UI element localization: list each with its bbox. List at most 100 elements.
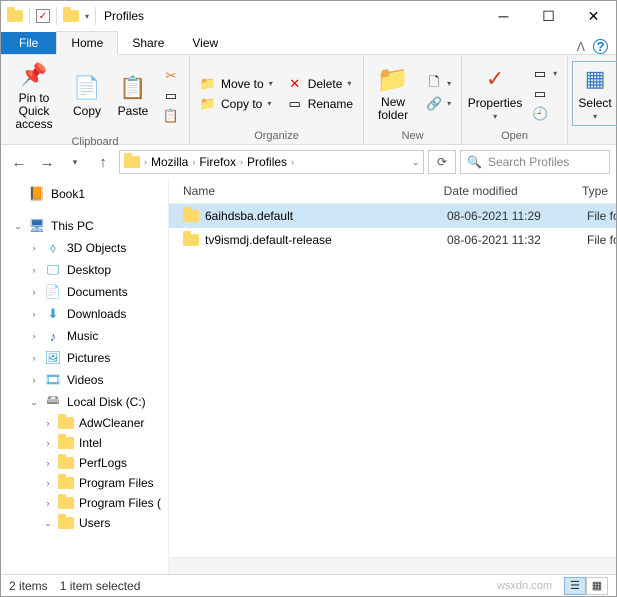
tab-view[interactable]: View [178, 32, 232, 54]
ribbon: 📌 Pin to Quick access 📄 Copy 📋 Paste ✂ ▭… [1, 55, 616, 145]
expand-icon[interactable]: › [29, 353, 39, 363]
up-button[interactable]: ↑ [91, 150, 115, 174]
sidebar-item-programfiles2[interactable]: ›Program Files ( [1, 493, 168, 513]
sidebar-item-videos[interactable]: ›🎞Videos [1, 369, 168, 391]
chevron-right-icon[interactable]: › [289, 157, 296, 167]
select-icon: ▦ [581, 66, 609, 94]
cut-button[interactable]: ✂ [159, 67, 183, 85]
select-button[interactable]: ▦ Select ▾ [572, 61, 617, 127]
breadcrumb-item[interactable]: Firefox [199, 155, 236, 169]
sidebar-item-adwcleaner[interactable]: ›AdwCleaner [1, 413, 168, 433]
chevron-right-icon[interactable]: › [190, 157, 197, 167]
expand-icon[interactable]: › [29, 265, 39, 275]
view-icons-button[interactable]: ▦ [586, 577, 608, 595]
pc-icon: 🖥 [28, 218, 46, 234]
copy-to-button[interactable]: 📁Copy to▾ [196, 95, 277, 113]
qat-folder-icon[interactable] [63, 10, 79, 22]
search-icon: 🔍 [467, 155, 482, 169]
sidebar-item-desktop[interactable]: ›🖵Desktop [1, 259, 168, 281]
paste-shortcut-button[interactable]: 📋 [159, 107, 183, 125]
pin-to-quick-access-button[interactable]: 📌 Pin to Quick access [5, 57, 63, 136]
new-folder-button[interactable]: 📁 New folder [368, 61, 418, 126]
refresh-button[interactable]: ⟳ [428, 150, 456, 174]
expand-icon[interactable]: › [43, 498, 53, 508]
collapse-icon[interactable]: ⌄ [29, 397, 39, 408]
collapse-icon[interactable]: ⌄ [13, 221, 23, 232]
chevron-right-icon[interactable]: › [142, 157, 149, 167]
delete-button[interactable]: ✕Delete▾ [283, 75, 357, 93]
sidebar-item-downloads[interactable]: ›⬇Downloads [1, 303, 168, 325]
sidebar-item-intel[interactable]: ›Intel [1, 433, 168, 453]
tab-home[interactable]: Home [56, 31, 118, 55]
horizontal-scrollbar[interactable] [169, 557, 616, 574]
breadcrumb-item[interactable]: Mozilla [151, 155, 188, 169]
expand-icon[interactable]: › [43, 438, 53, 448]
expand-icon[interactable]: › [43, 418, 53, 428]
column-type[interactable]: Type [574, 179, 616, 203]
pictures-icon: 🖼 [44, 350, 62, 366]
copy-button[interactable]: 📄 Copy [65, 70, 109, 122]
edit-button[interactable]: ▭ [528, 85, 561, 103]
new-item-button[interactable]: 🗋▾ [422, 75, 455, 93]
sidebar-item-music[interactable]: ›♪Music [1, 325, 168, 347]
table-row[interactable]: 6aihdsba.default08-06-2021 11:29File fo [169, 204, 616, 228]
easy-access-button[interactable]: 🔗▾ [422, 95, 455, 113]
file-date: 08-06-2021 11:32 [439, 231, 579, 249]
rename-icon: ▭ [287, 96, 303, 112]
sidebar-item-users[interactable]: ⌄Users [1, 513, 168, 533]
expand-icon[interactable]: › [29, 309, 39, 319]
sidebar-item-3dobjects[interactable]: ›⬨3D Objects [1, 237, 168, 259]
chevron-right-icon[interactable]: › [238, 157, 245, 167]
sidebar-item-pictures[interactable]: ›🖼Pictures [1, 347, 168, 369]
history-button[interactable]: 🕘 [528, 105, 561, 123]
collapse-icon[interactable]: ⌄ [43, 518, 53, 529]
breadcrumb[interactable]: › Mozilla › Firefox › Profiles › ⌄ [119, 150, 424, 174]
maximize-button[interactable]: ☐ [526, 1, 571, 31]
easy-access-icon: 🔗 [426, 96, 442, 112]
qat-properties-icon[interactable]: ✓ [36, 9, 50, 23]
column-name[interactable]: Name [169, 179, 436, 203]
tab-file[interactable]: File [1, 32, 56, 54]
recent-locations-button[interactable]: ▾ [63, 150, 87, 174]
view-details-button[interactable]: ☰ [564, 577, 586, 595]
ribbon-collapse-icon[interactable]: ᐱ [569, 40, 593, 54]
3dobjects-icon: ⬨ [44, 240, 62, 256]
column-headers[interactable]: Name Date modified Type [169, 179, 616, 204]
folder-icon [58, 457, 74, 469]
minimize-button[interactable]: ─ [481, 1, 526, 31]
navigation-bar: ← → ▾ ↑ › Mozilla › Firefox › Profiles ›… [1, 145, 616, 179]
file-rows[interactable]: 6aihdsba.default08-06-2021 11:29File fot… [169, 204, 616, 557]
copy-path-button[interactable]: ▭ [159, 87, 183, 105]
breadcrumb-item[interactable]: Profiles [247, 155, 287, 169]
move-to-button[interactable]: 📁Move to▾ [196, 75, 277, 93]
sidebar-item-thispc[interactable]: ⌄🖥This PC [1, 215, 168, 237]
sidebar-item-documents[interactable]: ›📄Documents [1, 281, 168, 303]
sidebar-item-book1[interactable]: 📙Book1 [1, 183, 168, 205]
view-toggle: ☰ ▦ [564, 577, 608, 595]
search-input[interactable]: 🔍 Search Profiles [460, 150, 610, 174]
column-date[interactable]: Date modified [436, 179, 574, 203]
tab-share[interactable]: Share [118, 32, 178, 54]
expand-icon[interactable]: › [29, 331, 39, 341]
properties-button[interactable]: ✓ Properties ▾ [466, 62, 524, 126]
breadcrumb-history-icon[interactable]: ⌄ [412, 158, 419, 167]
sidebar-item-localdisk[interactable]: ⌄🖴Local Disk (C:) [1, 391, 168, 413]
close-button[interactable]: ✕ [571, 1, 616, 31]
expand-icon[interactable]: › [29, 287, 39, 297]
table-row[interactable]: tv9ismdj.default-release08-06-2021 11:32… [169, 228, 616, 252]
paste-button[interactable]: 📋 Paste [111, 70, 155, 122]
help-icon[interactable]: ? [593, 39, 608, 54]
forward-button[interactable]: → [35, 150, 59, 174]
sidebar-item-programfiles[interactable]: ›Program Files [1, 473, 168, 493]
rename-button[interactable]: ▭Rename [283, 95, 357, 113]
expand-icon[interactable]: › [43, 478, 53, 488]
back-button[interactable]: ← [7, 150, 31, 174]
qat-customize-icon[interactable]: ▾ [85, 12, 89, 21]
sidebar-item-perflogs[interactable]: ›PerfLogs [1, 453, 168, 473]
expand-icon[interactable]: › [29, 375, 39, 385]
expand-icon[interactable]: › [29, 243, 39, 253]
expand-icon[interactable]: › [43, 458, 53, 468]
navigation-tree[interactable]: 📙Book1 ⌄🖥This PC ›⬨3D Objects ›🖵Desktop … [1, 179, 169, 574]
downloads-icon: ⬇ [44, 306, 62, 322]
open-button[interactable]: ▭▾ [528, 65, 561, 83]
